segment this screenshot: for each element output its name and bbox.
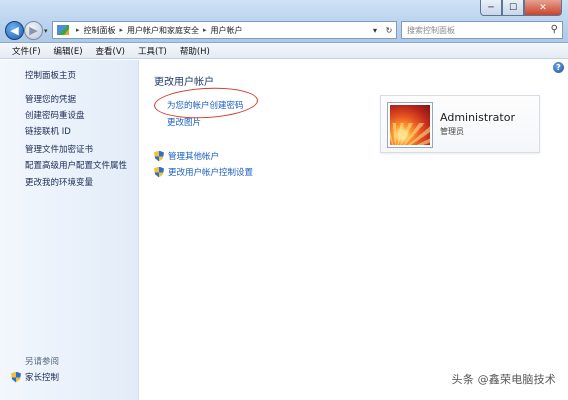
help-icon[interactable]: ? (553, 62, 564, 73)
back-button[interactable]: ◀ (5, 21, 24, 40)
shield-icon (11, 372, 21, 383)
sidebar-item-environment-variables[interactable]: 更改我的环境变量 (25, 176, 93, 188)
minimize-button[interactable]: ─ (480, 0, 502, 16)
parental-controls-label: 家长控制 (25, 373, 60, 383)
search-icon[interactable]: ⚲ (551, 24, 558, 35)
sidebar-item-password-reset-disk[interactable]: 创建密码重设盘 (25, 109, 85, 121)
search-input[interactable]: 搜索控制面板 ⚲ (401, 21, 563, 39)
maximize-button[interactable]: ☐ (502, 0, 524, 16)
breadcrumb-control-panel[interactable]: 控制面板 (84, 25, 116, 36)
create-password-link[interactable]: 为您的帐户创建密码 (167, 99, 244, 111)
address-dropdown-icon[interactable]: ▾ (368, 22, 382, 38)
sidebar-item-manage-credentials[interactable]: 管理您的凭据 (25, 93, 76, 105)
breadcrumb-user-accounts-family[interactable]: 用户帐户和家庭安全 (127, 25, 199, 36)
menu-view[interactable]: 查看(V) (96, 45, 125, 57)
shield-icon (154, 167, 164, 178)
history-dropdown-icon[interactable]: ▾ (44, 27, 48, 35)
menu-tools[interactable]: 工具(T) (138, 45, 167, 57)
breadcrumb-separator-icon[interactable]: ▸ (203, 26, 207, 34)
menu-edit[interactable]: 编辑(E) (54, 45, 83, 57)
change-picture-link[interactable]: 更改图片 (167, 116, 201, 128)
shield-icon (154, 151, 164, 162)
menu-file[interactable]: 文件(F) (12, 45, 41, 57)
user-role: 管理员 (440, 127, 464, 136)
avatar (388, 103, 432, 147)
title-bar: ─ ☐ ✕ ◀ ▶ ▾ ▸ 控制面板 ▸ 用户帐户和家庭安全 ▸ 用户帐户 ▾ … (0, 0, 568, 43)
close-button[interactable]: ✕ (524, 0, 562, 16)
watermark-text: 头条 @鑫荣电脑技术 (451, 373, 556, 386)
sidebar-item-link-online-id[interactable]: 链接联机 ID (25, 125, 71, 137)
menu-bar: 文件(F) 编辑(E) 查看(V) 工具(T) 帮助(H) (0, 43, 568, 59)
uac-settings-link[interactable]: 更改用户帐户控制设置 (154, 166, 253, 178)
refresh-icon[interactable]: ↻ (382, 22, 396, 38)
manage-other-accounts-label: 管理其他帐户 (168, 152, 220, 162)
window-controls: ─ ☐ ✕ (480, 0, 562, 16)
forward-button[interactable]: ▶ (24, 21, 43, 40)
main-content: ? 更改用户帐户 为您的帐户创建密码 更改图片 管理其他帐户 更改用户帐户控制设… (140, 60, 568, 400)
uac-settings-label: 更改用户帐户控制设置 (168, 168, 254, 178)
address-bar[interactable]: ▸ 控制面板 ▸ 用户帐户和家庭安全 ▸ 用户帐户 ▾ ↻ (52, 21, 397, 39)
control-panel-icon (57, 25, 69, 35)
user-account-card[interactable]: Administrator 管理员 (380, 95, 540, 153)
breadcrumb-user-accounts[interactable]: 用户帐户 (211, 25, 243, 36)
sidebar-item-control-panel-home[interactable]: 控制面板主页 (25, 69, 76, 81)
menu-help[interactable]: 帮助(H) (180, 45, 210, 57)
sidebar-item-profile-properties[interactable]: 配置高级用户配置文件属性 (25, 159, 127, 171)
breadcrumb-separator-icon[interactable]: ▸ (76, 26, 80, 34)
user-name: Administrator (440, 111, 515, 124)
see-also-label: 另请参阅 (25, 357, 60, 367)
breadcrumb-separator-icon[interactable]: ▸ (120, 26, 124, 34)
sidebar-item-encryption-certificates[interactable]: 管理文件加密证书 (25, 143, 93, 155)
search-placeholder: 搜索控制面板 (407, 25, 455, 35)
manage-other-accounts-link[interactable]: 管理其他帐户 (154, 150, 219, 162)
sidebar: 控制面板主页 管理您的凭据 创建密码重设盘 链接联机 ID 管理文件加密证书 配… (0, 60, 139, 400)
page-title: 更改用户帐户 (154, 77, 214, 88)
sidebar-item-parental-controls[interactable]: 家长控制 (11, 371, 59, 383)
